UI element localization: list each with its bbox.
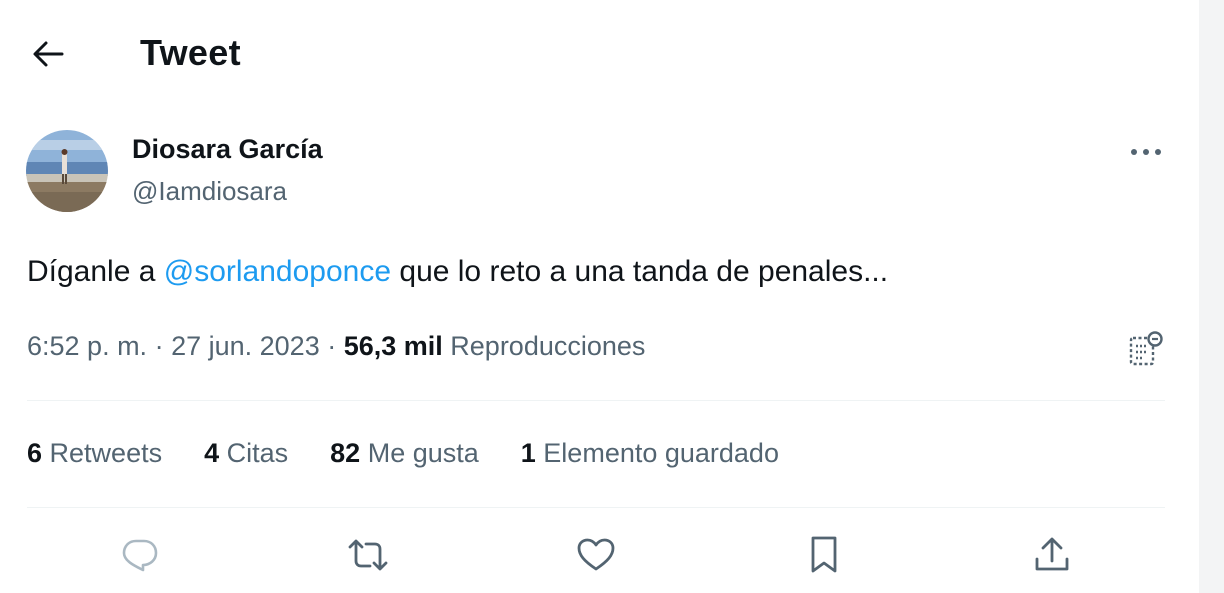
- like-button[interactable]: [572, 531, 620, 579]
- tweet-stats: 6 Retweets 4 Citas 82 Me gusta 1 Element…: [27, 438, 821, 469]
- bookmark-button[interactable]: [800, 531, 848, 579]
- page-edge: [1199, 0, 1224, 593]
- avatar-image: [26, 130, 108, 212]
- stat-count: 1: [520, 438, 536, 468]
- analytics-button[interactable]: [1124, 328, 1168, 368]
- stat-label: Elemento guardado: [535, 438, 779, 468]
- tweet-date[interactable]: 27 jun. 2023: [171, 331, 320, 361]
- stat-label: Citas: [219, 438, 289, 468]
- meta-separator: ·: [147, 331, 172, 361]
- author-name[interactable]: Diosara García: [132, 134, 323, 165]
- bookmark-icon: [811, 536, 837, 573]
- views-label: Reproducciones: [442, 331, 646, 361]
- share-button[interactable]: [1028, 531, 1076, 579]
- tweet-text-after: que lo reto a una tanda de penales...: [391, 255, 889, 288]
- divider: [27, 507, 1165, 508]
- mention-link[interactable]: @sorlandoponce: [164, 255, 391, 288]
- divider: [27, 400, 1165, 401]
- tweet-text: Díganle a @sorlandoponce que lo reto a u…: [27, 255, 888, 289]
- stat-retweets[interactable]: 6 Retweets: [27, 438, 162, 469]
- stat-count: 6: [27, 438, 43, 468]
- stat-count: 82: [330, 438, 361, 468]
- tweet-text-before: Díganle a: [27, 255, 164, 288]
- retweet-button[interactable]: [344, 531, 392, 579]
- page-title: Tweet: [140, 32, 241, 73]
- reply-button[interactable]: [116, 531, 164, 579]
- more-button[interactable]: [1122, 134, 1170, 170]
- arrow-left-icon: [33, 41, 64, 67]
- tweet-page: Tweet Diosara García @Iamdiosara Díganle…: [0, 0, 1224, 593]
- reply-icon: [122, 539, 158, 572]
- avatar[interactable]: [26, 130, 108, 212]
- stat-label: Me gusta: [360, 438, 479, 468]
- views-count: 56,3 mil: [343, 331, 443, 361]
- analytics-icon: [1129, 331, 1163, 366]
- author-handle[interactable]: @Iamdiosara: [132, 176, 287, 207]
- stat-likes[interactable]: 82 Me gusta: [330, 438, 479, 469]
- back-button[interactable]: [20, 30, 76, 78]
- share-icon: [1035, 537, 1069, 571]
- heart-icon: [577, 538, 615, 571]
- more-horizontal-icon: [1131, 149, 1161, 155]
- stat-bookmarks[interactable]: 1 Elemento guardado: [521, 438, 779, 469]
- meta-separator: ·: [319, 331, 344, 361]
- stat-quotes[interactable]: 4 Citas: [204, 438, 288, 469]
- retweet-icon: [348, 539, 388, 571]
- stat-count: 4: [204, 438, 220, 468]
- stat-label: Retweets: [42, 438, 163, 468]
- tweet-time[interactable]: 6:52 p. m.: [27, 331, 147, 361]
- tweet-meta: 6:52 p. m. · 27 jun. 2023 · 56,3 mil Rep…: [27, 331, 645, 362]
